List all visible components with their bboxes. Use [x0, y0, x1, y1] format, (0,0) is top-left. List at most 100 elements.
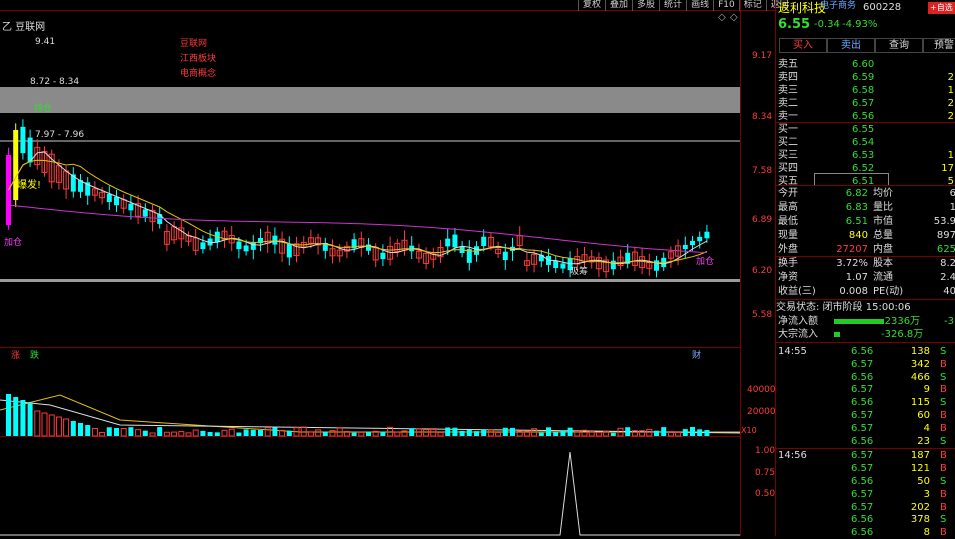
volume-bar [236, 432, 242, 436]
tick-price: 6.56 [851, 346, 874, 357]
tick-volume: 187 [910, 450, 930, 462]
ask-label: 卖二 [778, 98, 798, 109]
candle-body [610, 260, 616, 270]
ask-volume: 2 [947, 72, 954, 83]
stock-code: 600228 [863, 2, 902, 13]
tick-volume: 23 [917, 435, 930, 447]
price-pct: -4.93% [842, 19, 878, 30]
candle-body [380, 252, 386, 260]
stat-label: 总量 [873, 230, 893, 241]
candle-body [272, 235, 278, 245]
sell-button[interactable]: 卖出 [827, 38, 875, 53]
stat-label: 内盘 [873, 244, 893, 255]
bid-label: 买二 [778, 137, 798, 148]
add-favorite-button[interactable]: +自选 [928, 2, 955, 14]
stat-label: 外盘 [778, 244, 798, 255]
price-axis-label: 9.17 [752, 51, 772, 61]
volume-bar [675, 431, 682, 437]
toolbar-overlay[interactable]: 叠加 [605, 0, 632, 11]
tick-time: 14:56 [778, 450, 807, 462]
tick-price: 6.56 [851, 371, 874, 383]
candle-body [704, 231, 710, 239]
query-button[interactable]: 查询 [875, 38, 923, 53]
tick-price: 6.57 [851, 422, 874, 434]
volume-axis-label: 20000 [747, 407, 775, 417]
volume-bar [63, 418, 70, 437]
ask-label: 卖五 [778, 59, 798, 70]
stock-sector: 电子商务 [820, 1, 857, 11]
flow-label: 大宗流入 [778, 329, 818, 340]
trade-status: 交易状态: 闭市阶段 15:00:06 [776, 302, 911, 313]
volume-bar [481, 429, 487, 436]
tick-price: 6.57 [851, 358, 874, 370]
volume-bar [502, 427, 508, 436]
ma-long-line [8, 204, 707, 253]
bid-row: 买一 6.55 [776, 123, 955, 136]
volume-bar [329, 430, 336, 437]
cai-marker: 财 [692, 349, 701, 361]
chart-toolbar: 复权 叠加 多股 统计 画线 F10 标记 返回 [578, 0, 793, 11]
volume-bar [409, 428, 415, 436]
stat-row: 今开 6.82 均价 6 [776, 187, 955, 200]
bid-volume: 17 [941, 163, 954, 174]
explode-signal: 爆发! [17, 178, 41, 191]
candle-body [654, 260, 659, 271]
price-axis-label: 8.34 [752, 112, 772, 122]
kline-chart-svg[interactable]: 9.17 8.34 7.58 6.89 6.20 5.58 40000 20000 X10 1.0… [0, 0, 776, 536]
flow-row: 大宗流入 -326.8万 [776, 328, 955, 341]
ask-row: 卖二 6.57 2 [776, 97, 955, 110]
tick-volume: 60 [917, 410, 930, 421]
toolbar-multi-stock[interactable]: 多股 [632, 0, 659, 11]
volume-bar [178, 431, 185, 437]
price-axis-label: 5.58 [752, 310, 772, 320]
ask-price: 6.59 [852, 72, 875, 83]
toolbar-statistics[interactable]: 统计 [659, 0, 686, 11]
current-price: 6.55 [778, 17, 811, 32]
volume-bar [610, 432, 616, 436]
volume-bar [646, 428, 653, 437]
tick-price: 6.56 [851, 527, 874, 536]
tick-price: 6.56 [851, 435, 874, 447]
flow-extra: -3 [944, 316, 954, 327]
volume-bar [99, 431, 106, 437]
volume-bar [41, 412, 48, 437]
concept-tag-1: 豆联网 [180, 38, 207, 49]
stat-row: 换手 3.72% 股本 8.2 [776, 257, 955, 270]
tick-side: S [940, 346, 947, 357]
toolbar-draw-line[interactable]: 画线 [686, 0, 713, 11]
bid-label: 买四 [778, 163, 798, 174]
tick-row: 14:55 6.56 138 S [776, 345, 955, 358]
candle-body [200, 242, 206, 250]
tick-price: 6.57 [851, 450, 874, 462]
toolbar-mark[interactable]: 标记 [738, 0, 766, 11]
toolbar-f10[interactable]: F10 [713, 0, 739, 11]
candle-body [445, 238, 451, 247]
stat-label: 流通 [873, 272, 893, 283]
volume-bar [142, 430, 148, 436]
range2-label: 7.97 - 7.96 [35, 130, 84, 140]
ask-row: 卖五 6.60 [776, 58, 955, 71]
alert-button[interactable]: 预警 [923, 38, 955, 53]
volume-bar [243, 429, 249, 436]
toolbar-restore-rights[interactable]: 复权 [578, 0, 605, 11]
candle-body [452, 234, 458, 248]
tick-side: B [940, 410, 947, 421]
tick-side: S [940, 371, 947, 383]
volume-bar [207, 432, 213, 436]
volume-bar [487, 429, 494, 437]
volume-bar [351, 432, 357, 436]
concept-tag-3: 电商概念 [180, 67, 216, 79]
volume-bar [366, 432, 371, 436]
volume-bar [128, 427, 134, 436]
volume-bar [661, 427, 667, 436]
kline-chart-area[interactable]: 9.17 8.34 7.58 6.89 6.20 5.58 40000 20000 X10 1.0… [0, 0, 776, 536]
buy-button[interactable]: 买入 [779, 38, 827, 53]
ask-volume: 2 [947, 98, 954, 109]
candle-body [243, 245, 249, 252]
volume-bar [106, 427, 112, 436]
volume-bar [70, 421, 76, 436]
collapse-icon[interactable]: ◇ [730, 12, 738, 23]
diamond-icon[interactable]: ◇ [718, 12, 726, 23]
tick-row: 6.57 60 B [776, 409, 955, 422]
volume-bar [553, 432, 559, 436]
